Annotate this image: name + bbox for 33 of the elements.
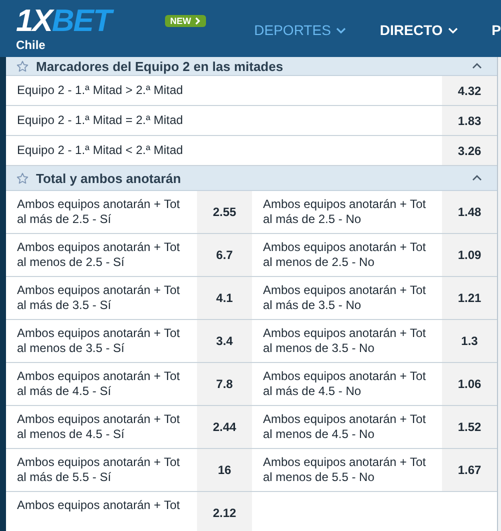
odds-button[interactable]: 1.83 bbox=[442, 106, 497, 136]
section-header[interactable]: Total y ambos anotarán bbox=[6, 166, 497, 191]
market-label[interactable]: Equipo 2 - 1.ª Mitad > 2.ª Mitad bbox=[6, 76, 442, 106]
odds-button[interactable]: 6.7 bbox=[197, 234, 252, 277]
odds-button[interactable]: 2.12 bbox=[197, 492, 252, 531]
odds-button[interactable]: 2.44 bbox=[197, 406, 252, 449]
odds-button[interactable]: 2.55 bbox=[197, 191, 252, 234]
section-title: Marcadores del Equipo 2 en las mitades bbox=[36, 58, 284, 74]
odds-button[interactable]: 1.21 bbox=[442, 277, 497, 320]
odds-button[interactable]: 1.3 bbox=[442, 320, 497, 363]
chevron-up-icon bbox=[472, 62, 482, 70]
odds-button[interactable]: 16 bbox=[197, 449, 252, 492]
chevron-right-icon bbox=[195, 17, 202, 25]
nav-link[interactable]: P bbox=[492, 22, 501, 38]
odds-button[interactable]: 1.67 bbox=[442, 449, 497, 492]
star-icon bbox=[16, 172, 29, 184]
odds-button[interactable]: 3.26 bbox=[442, 136, 497, 166]
market-label[interactable]: Equipo 2 - 1.ª Mitad = 2.ª Mitad bbox=[6, 106, 442, 136]
region-label: Chile bbox=[16, 38, 46, 52]
star-icon bbox=[16, 60, 29, 72]
odds-button[interactable]: 1.52 bbox=[442, 406, 497, 449]
section-title: Total y ambos anotarán bbox=[36, 170, 182, 186]
odds-button[interactable]: 7.8 bbox=[197, 363, 252, 406]
chevron-up-icon bbox=[472, 174, 482, 182]
odds-button[interactable]: 4.1 bbox=[197, 277, 252, 320]
nav-link[interactable]: DEPORTES bbox=[254, 22, 346, 38]
odds-button[interactable]: 4.32 bbox=[442, 76, 497, 106]
odds-button[interactable]: 1.06 bbox=[442, 363, 497, 406]
nav-link[interactable]: DIRECTO bbox=[380, 22, 458, 38]
odds-button[interactable]: 1.09 bbox=[442, 234, 497, 277]
odds-button[interactable]: 3.4 bbox=[197, 320, 252, 363]
odds-button[interactable]: 1.48 bbox=[442, 191, 497, 234]
section-header[interactable]: Marcadores del Equipo 2 en las mitades bbox=[6, 57, 497, 76]
